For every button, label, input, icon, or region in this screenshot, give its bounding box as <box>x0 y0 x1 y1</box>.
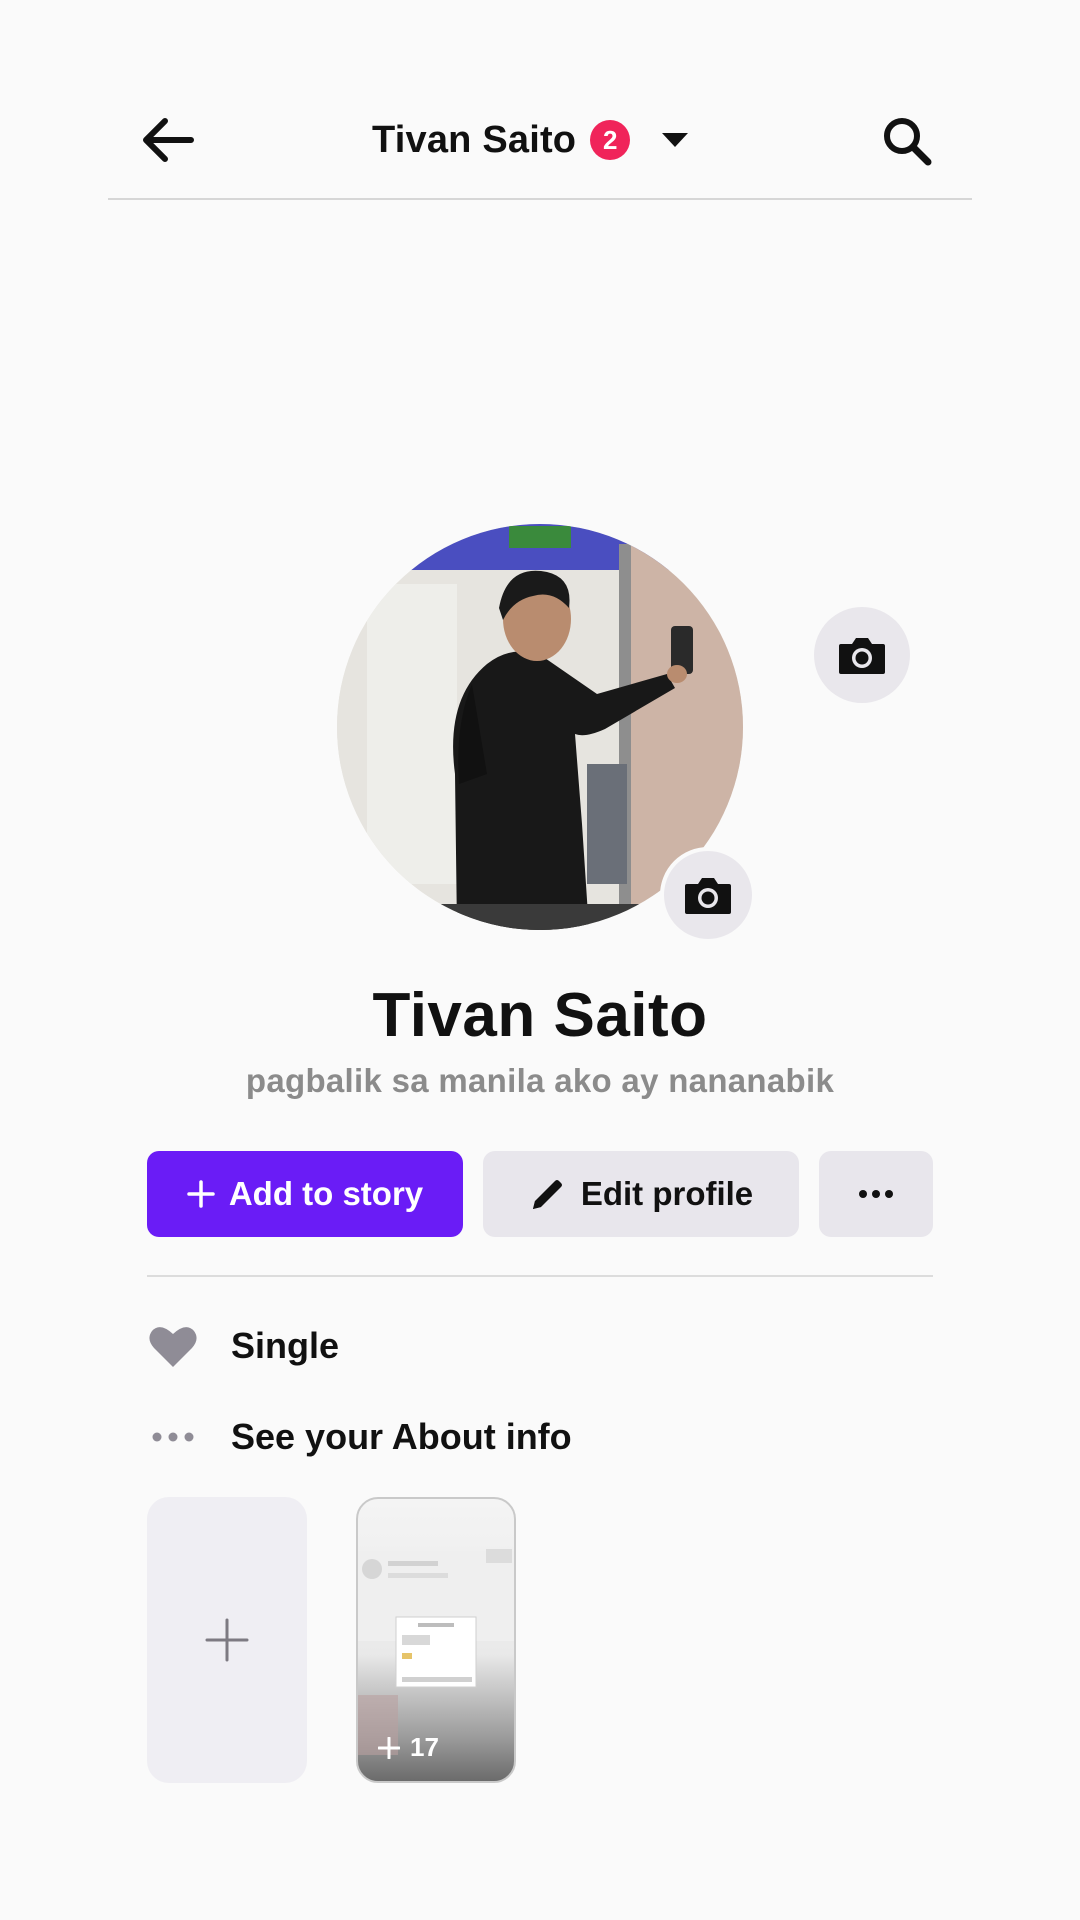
plus-icon <box>187 1180 215 1208</box>
dropdown-caret-icon <box>662 133 689 147</box>
plus-icon <box>378 1736 400 1759</box>
camera-icon <box>839 638 885 674</box>
back-arrow-icon <box>143 118 194 162</box>
more-options-button[interactable] <box>819 1151 933 1237</box>
relationship-status-text: Single <box>231 1325 340 1366</box>
featured-collection-tile[interactable]: 17 <box>356 1497 516 1783</box>
more-dots-icon <box>147 1432 199 1442</box>
back-button[interactable] <box>138 112 198 168</box>
camera-icon <box>685 878 731 914</box>
add-to-story-label: Add to story <box>228 1175 424 1212</box>
add-to-story-button[interactable]: Add to story <box>147 1151 463 1237</box>
relationship-status-row[interactable]: Single <box>147 1316 339 1376</box>
plus-icon <box>205 1618 249 1662</box>
header-title: Tivan Saito <box>372 118 577 161</box>
add-featured-tile[interactable] <box>147 1497 307 1783</box>
pencil-icon <box>532 1180 562 1209</box>
about-info-link: See your About info <box>231 1416 572 1457</box>
search-button[interactable] <box>876 110 938 172</box>
profile-name: Tivan Saito <box>372 981 708 1050</box>
search-icon <box>884 118 932 166</box>
more-dots-icon <box>859 1190 893 1198</box>
featured-count: 17 <box>378 1732 439 1763</box>
profile-bio: pagbalik sa manila ako ay nananabik <box>245 1062 835 1099</box>
about-info-row[interactable]: See your About info <box>147 1407 572 1467</box>
top-bar: Tivan Saito 2 <box>108 88 972 200</box>
cover-photo-camera-button[interactable] <box>814 607 910 703</box>
edit-profile-label: Edit profile <box>580 1175 754 1212</box>
heart-icon <box>147 1323 199 1369</box>
featured-count-value: 17 <box>410 1732 439 1762</box>
profile-picture-camera-button[interactable] <box>660 847 756 943</box>
profile-switcher[interactable]: Tivan Saito 2 <box>372 108 689 172</box>
notification-badge: 2 <box>590 120 631 160</box>
edit-profile-button[interactable]: Edit profile <box>483 1151 799 1237</box>
section-divider <box>147 1275 933 1277</box>
